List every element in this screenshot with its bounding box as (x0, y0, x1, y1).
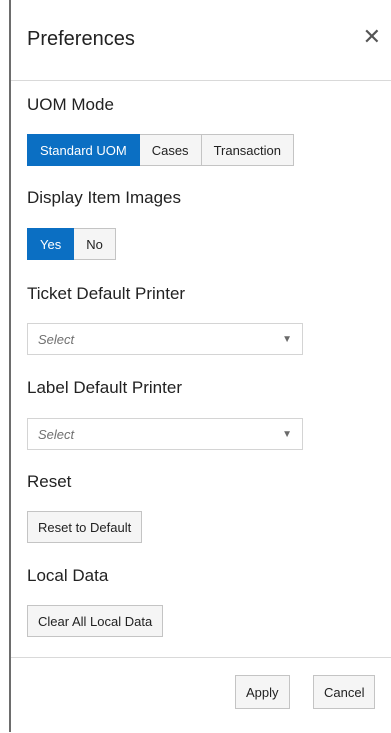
chevron-down-icon: ▼ (282, 428, 292, 440)
ticket-printer-placeholder: Select (38, 331, 75, 347)
images-option-yes[interactable]: Yes (27, 228, 75, 260)
local-data-label: Local Data (27, 566, 109, 585)
uom-mode-label: UOM Mode (27, 95, 114, 114)
ticket-printer-select[interactable]: Select ▼ (27, 323, 303, 355)
dialog-title: Preferences (27, 28, 135, 50)
chevron-down-icon: ▼ (282, 333, 292, 345)
close-icon[interactable]: ✕ (363, 26, 381, 48)
display-item-images-label: Display Item Images (27, 188, 181, 207)
uom-option-cases[interactable]: Cases (139, 134, 202, 166)
images-option-no[interactable]: No (74, 228, 116, 260)
reset-label: Reset (27, 472, 72, 491)
preferences-dialog: Preferences ✕ UOM Mode Standard UOM Case… (9, 0, 391, 733)
uom-option-standard[interactable]: Standard UOM (27, 134, 140, 166)
label-default-printer-label: Label Default Printer (27, 378, 182, 397)
uom-option-transaction[interactable]: Transaction (201, 134, 294, 166)
dialog-header: Preferences ✕ (11, 0, 391, 81)
cancel-button[interactable]: Cancel (313, 675, 376, 709)
display-item-images-toggle: Yes No (27, 228, 116, 260)
label-printer-placeholder: Select (38, 426, 75, 442)
reset-to-default-button[interactable]: Reset to Default (27, 511, 143, 543)
label-printer-select[interactable]: Select ▼ (27, 418, 303, 450)
clear-local-data-button[interactable]: Clear All Local Data (27, 605, 164, 637)
uom-mode-segmented-control: Standard UOM Cases Transaction (27, 134, 294, 166)
dialog-footer: Apply Cancel (11, 657, 391, 733)
ticket-default-printer-label: Ticket Default Printer (27, 284, 186, 303)
apply-button[interactable]: Apply (235, 675, 290, 709)
